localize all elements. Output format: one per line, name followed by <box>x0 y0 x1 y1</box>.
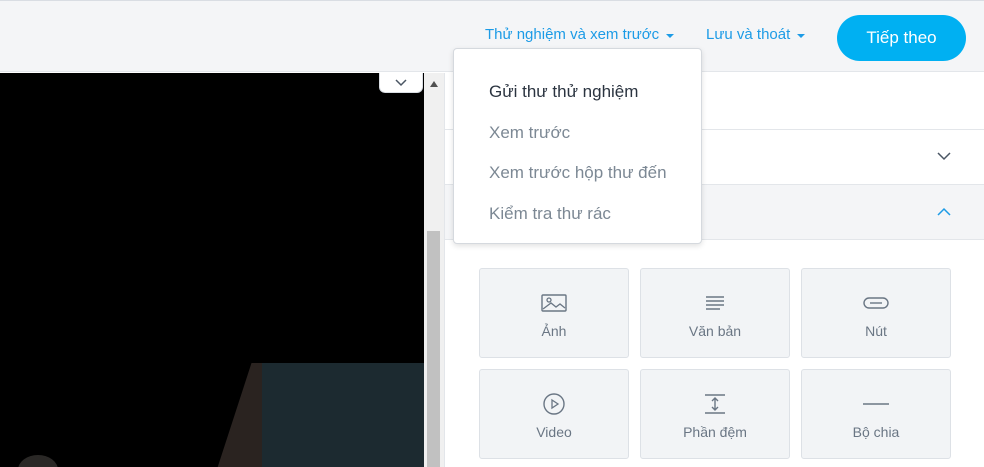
block-image-tile[interactable]: Ảnh <box>479 268 629 358</box>
text-icon <box>706 296 724 310</box>
image-icon <box>541 294 567 312</box>
preview-image-shape <box>262 363 424 467</box>
next-button[interactable]: Tiếp theo <box>837 15 966 61</box>
email-preview-canvas <box>0 73 424 467</box>
play-icon <box>543 393 565 415</box>
test-preview-menu-label: Thử nghiệm và xem trước <box>485 26 660 43</box>
menu-item-send-test-email[interactable]: Gửi thư thử nghiệm <box>454 72 701 113</box>
test-preview-dropdown: Gửi thư thử nghiệm Xem trước Xem trước h… <box>453 48 702 244</box>
divider-icon <box>863 403 889 405</box>
save-exit-menu-label: Lưu và thoát <box>706 26 791 43</box>
caret-down-icon <box>666 33 675 38</box>
block-label: Video <box>536 424 572 440</box>
block-label: Nút <box>865 323 887 339</box>
block-spacer-tile[interactable]: Phần đệm <box>640 369 790 459</box>
menu-item-spam-check[interactable]: Kiểm tra thư rác <box>454 194 701 235</box>
spacer-icon <box>705 394 725 414</box>
block-label: Văn bản <box>688 323 742 339</box>
block-label: Ảnh <box>541 323 567 339</box>
block-divider-tile[interactable]: Bộ chia <box>801 369 951 459</box>
chevron-down-icon <box>395 78 407 86</box>
menu-item-preview[interactable]: Xem trước <box>454 113 701 154</box>
scroll-up-arrow-icon[interactable] <box>430 81 438 87</box>
save-exit-menu[interactable]: Lưu và thoát <box>706 26 806 43</box>
block-video-tile[interactable]: Video <box>479 369 629 459</box>
collapse-toggle[interactable] <box>379 73 423 93</box>
block-text-tile[interactable]: Văn bản <box>640 268 790 358</box>
button-icon <box>863 297 889 309</box>
block-label: Phần đệm <box>683 424 747 440</box>
test-preview-menu[interactable]: Thử nghiệm và xem trước <box>485 26 675 43</box>
chevron-down-icon <box>937 152 951 161</box>
preview-image-shape <box>18 455 58 467</box>
chevron-up-icon <box>937 207 951 216</box>
caret-down-icon <box>797 33 806 38</box>
scrollbar[interactable] <box>424 73 444 467</box>
block-label: Bộ chia <box>852 424 900 440</box>
scroll-thumb[interactable] <box>427 231 440 467</box>
block-button-tile[interactable]: Nút <box>801 268 951 358</box>
menu-item-inbox-preview[interactable]: Xem trước hộp thư đến <box>454 153 701 194</box>
